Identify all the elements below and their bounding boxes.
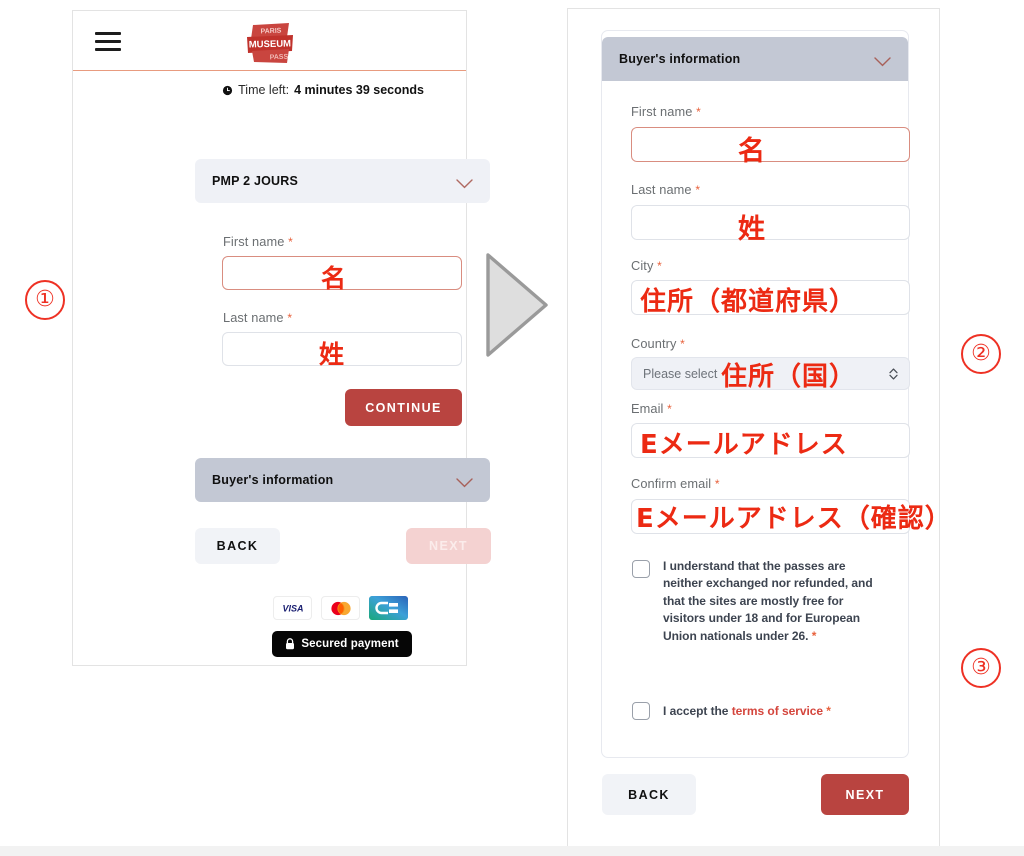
paris-museum-pass-logo: PARIS MUSEUM PASS: [239, 21, 301, 67]
back-button[interactable]: BACK: [195, 528, 280, 564]
right-phone-screen: Buyer's information First name * 名 Last …: [567, 8, 951, 853]
chevron-down-icon: [456, 475, 473, 488]
annotation-country: 住所（国）: [721, 362, 857, 392]
annotation-city: 住所（都道府県）: [640, 287, 857, 317]
annotation-last-name: 姓: [319, 340, 346, 369]
accordion-pmp-2-jours[interactable]: PMP 2 JOURS: [195, 159, 490, 203]
accordion-title: Buyer's information: [619, 52, 741, 66]
left-phone-screen: PARIS MUSEUM PASS Time left: 4 minutes 3…: [72, 10, 491, 666]
right-arrow-shape: [482, 250, 552, 360]
label-first-name: First name *: [631, 104, 701, 119]
secured-payment-badge: Secured payment: [272, 631, 412, 657]
svg-text:VISA: VISA: [282, 604, 303, 614]
accordion-buyers-information[interactable]: Buyer's information: [602, 37, 908, 81]
step-number-3: ③: [961, 648, 1001, 688]
clock-icon: [222, 85, 233, 96]
label-last-name: Last name *: [631, 182, 701, 197]
next-button-disabled[interactable]: NEXT: [406, 528, 491, 564]
checkbox-terms-of-service-label: I accept the terms of service *: [663, 704, 831, 718]
cb-card-icon: [369, 596, 408, 620]
input-last-name[interactable]: [631, 205, 910, 240]
label-last-name: Last name *: [223, 310, 293, 325]
bottom-strip: [0, 846, 1024, 856]
annotation-confirm-email: Eメールアドレス（確認）: [636, 504, 952, 534]
checkbox-refund-policy-label: I understand that the passes are neither…: [663, 559, 873, 643]
chevron-down-icon: [456, 176, 473, 189]
accordion-title: PMP 2 JOURS: [212, 174, 299, 188]
input-first-name[interactable]: [631, 127, 910, 162]
svg-text:PARIS: PARIS: [260, 28, 281, 36]
lock-icon: [285, 638, 295, 650]
mastercard-icon: [321, 596, 360, 620]
screenshot-root: PARIS MUSEUM PASS Time left: 4 minutes 3…: [0, 0, 1024, 856]
step-number-2: ②: [961, 334, 1001, 374]
annotation-last-name: 姓: [738, 214, 766, 245]
accordion-buyers-information[interactable]: Buyer's information: [195, 458, 490, 502]
continue-button[interactable]: CONTINUE: [345, 389, 462, 426]
annotation-first-name: 名: [321, 264, 348, 293]
checkbox-refund-policy[interactable]: [632, 560, 650, 578]
checkbox-terms-of-service[interactable]: [632, 702, 650, 720]
accordion-title: Buyer's information: [212, 473, 334, 487]
hamburger-menu-icon[interactable]: [95, 32, 121, 51]
annotation-email: Eメールアドレス: [640, 430, 848, 460]
payment-methods: VISA: [273, 596, 413, 620]
next-button[interactable]: NEXT: [821, 774, 909, 815]
svg-text:MUSEUM: MUSEUM: [248, 38, 291, 50]
annotation-first-name: 名: [738, 136, 766, 167]
label-city: City *: [631, 258, 662, 273]
label-first-name: First name *: [223, 234, 293, 249]
step-number-1: ①: [25, 280, 65, 320]
select-country-placeholder: Please select: [643, 366, 718, 381]
app-header: PARIS MUSEUM PASS: [73, 11, 466, 71]
svg-text:PASS: PASS: [269, 54, 288, 62]
timer-label: Time left:: [238, 83, 290, 97]
back-button[interactable]: BACK: [602, 774, 696, 815]
countdown-timer: Time left: 4 minutes 39 seconds: [73, 83, 466, 97]
label-email: Email *: [631, 401, 672, 416]
label-country: Country *: [631, 336, 685, 351]
secured-payment-label: Secured payment: [301, 638, 399, 650]
label-confirm-email: Confirm email *: [631, 476, 720, 491]
visa-card-icon: VISA: [273, 596, 312, 620]
chevron-up-down-icon: [888, 367, 899, 380]
timer-value: 4 minutes 39 seconds: [294, 83, 424, 97]
terms-of-service-link[interactable]: terms of service: [732, 704, 823, 718]
chevron-down-icon: [874, 54, 891, 67]
